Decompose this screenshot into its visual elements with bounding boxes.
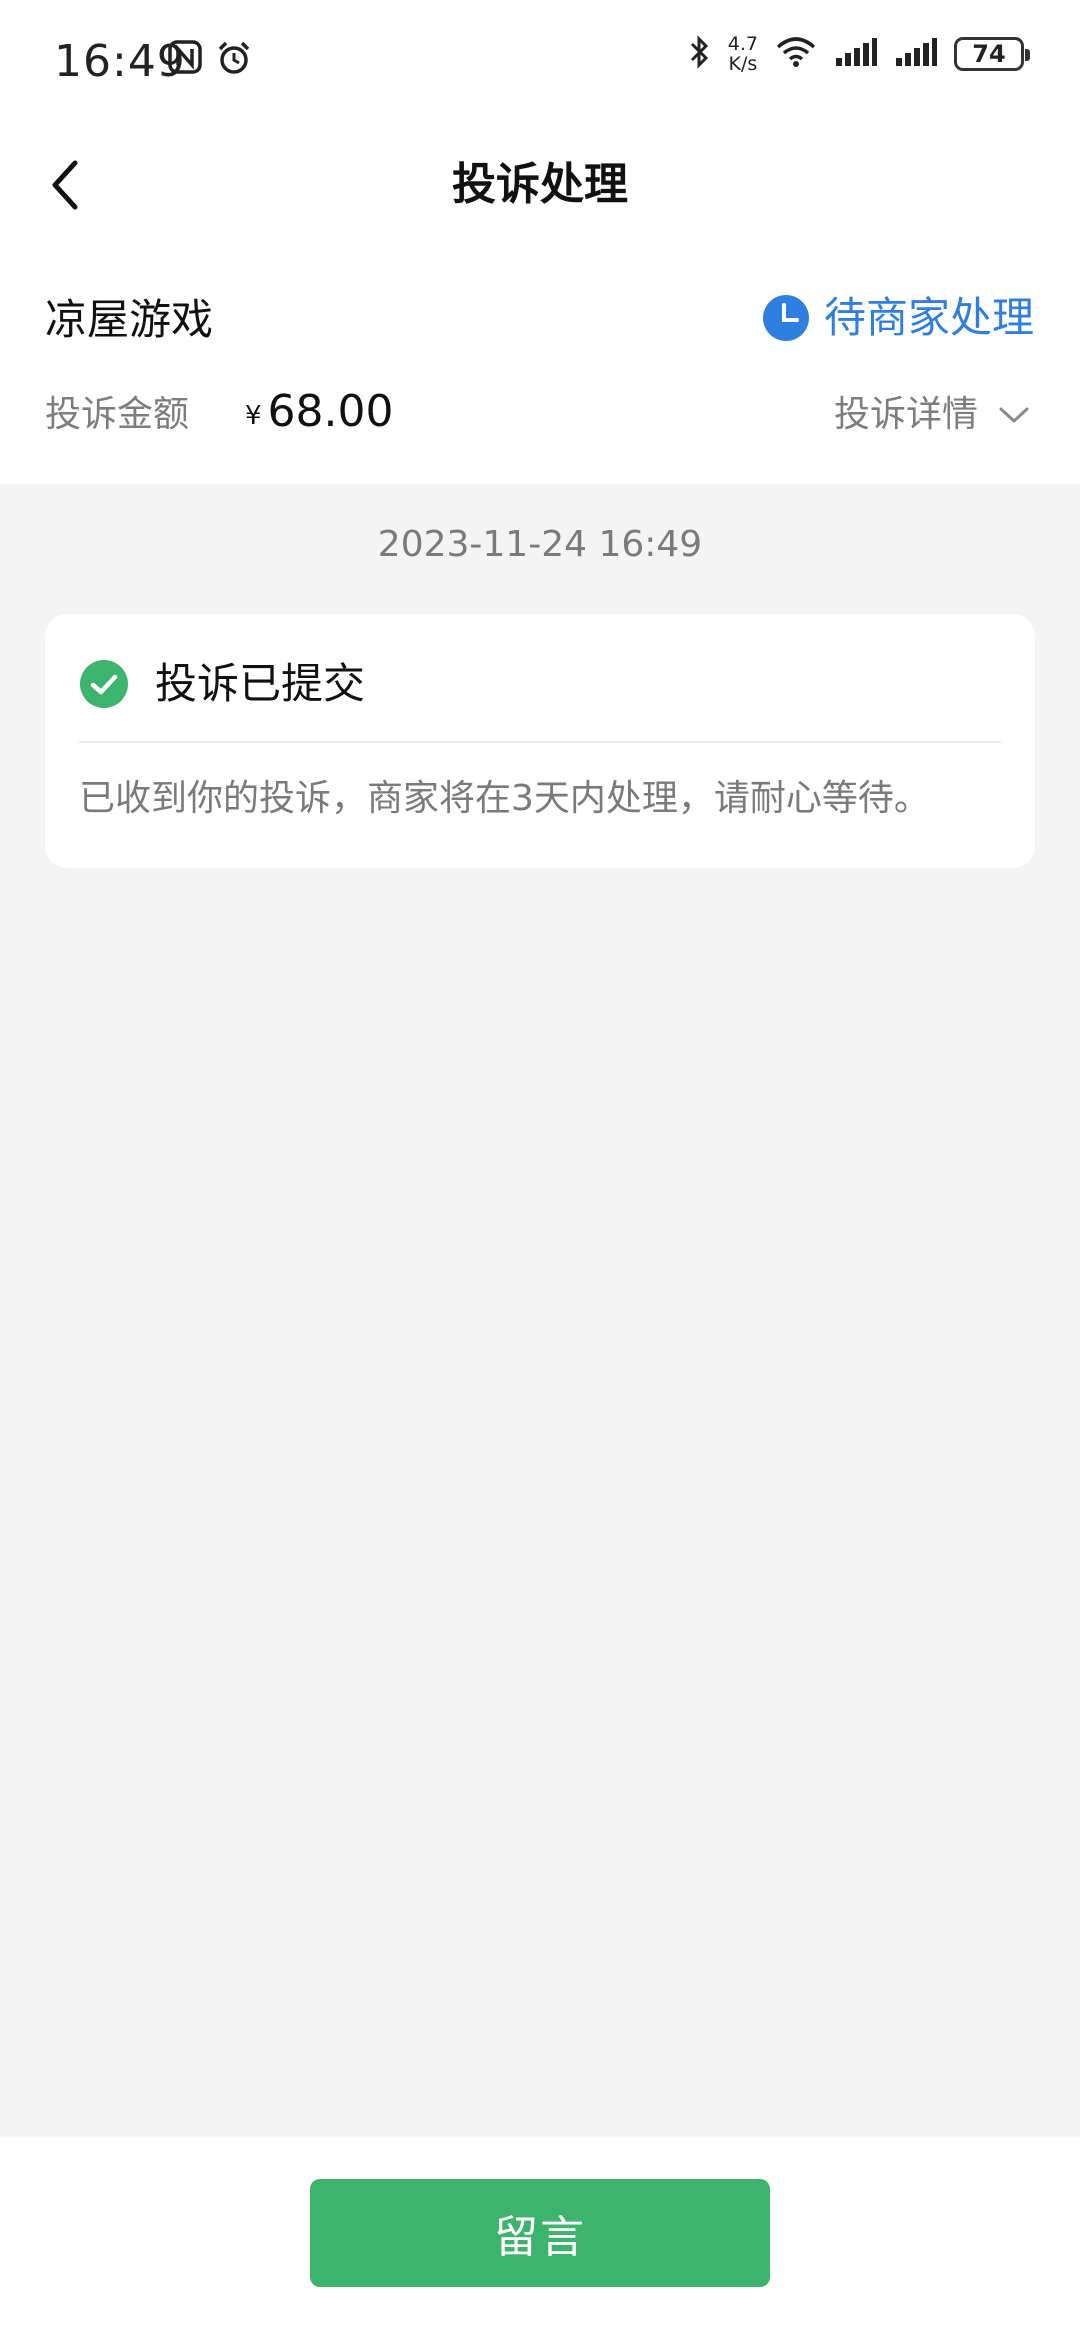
check-circle-icon [80,660,128,708]
nfc-icon [168,40,202,80]
alarm-icon [216,40,252,80]
amount-value: 68.00 [267,386,394,437]
card-text: 已收到你的投诉，商家将在3天内处理，请耐心等待。 [79,778,930,819]
divider [79,741,1001,743]
chevron-down-icon [999,407,1029,423]
complaint-info: 凉屋游戏 待商家处理 投诉金额 ¥68.00 投诉详情 [0,250,1080,484]
network-speed: 4.7 K/s [727,33,758,75]
signal-icon [894,36,938,72]
card-title: 投诉已提交 [155,659,366,708]
merchant-name: 凉屋游戏 [45,295,214,344]
clock-icon [762,295,809,341]
back-button[interactable] [30,150,100,220]
status-right-icons: 4.7 K/s 74 [688,33,1030,75]
status-bar: 16:49 4.7 K/s 74 [0,0,1080,120]
status-left-icons [168,40,252,80]
timeline-timestamp: 2023-11-24 16:49 [377,524,703,565]
details-label: 投诉详情 [833,394,978,435]
battery-indicator: 74 [954,37,1030,71]
status-label: 待商家处理 [823,293,1034,342]
currency-symbol: ¥ [245,401,262,431]
bluetooth-icon [688,34,712,74]
bottom-action-bar: 留言 [0,2137,1080,2331]
status-time: 16:49 [54,36,186,87]
chevron-left-icon [52,160,78,210]
nav-bar: 投诉处理 [0,120,1080,250]
leave-message-button[interactable]: 留言 [310,2179,770,2287]
complaint-amount: ¥68.00 [245,382,394,442]
amount-label: 投诉金额 [45,394,190,435]
signal-icon [834,36,878,72]
card-header: 投诉已提交 [79,654,365,714]
timeline-card: 投诉已提交 已收到你的投诉，商家将在3天内处理，请耐心等待。 [45,614,1035,868]
complaint-details-toggle[interactable]: 投诉详情 [834,390,1030,440]
wifi-icon [774,35,818,73]
page-title: 投诉处理 [452,159,628,210]
status-badge: 待商家处理 [762,288,1034,348]
